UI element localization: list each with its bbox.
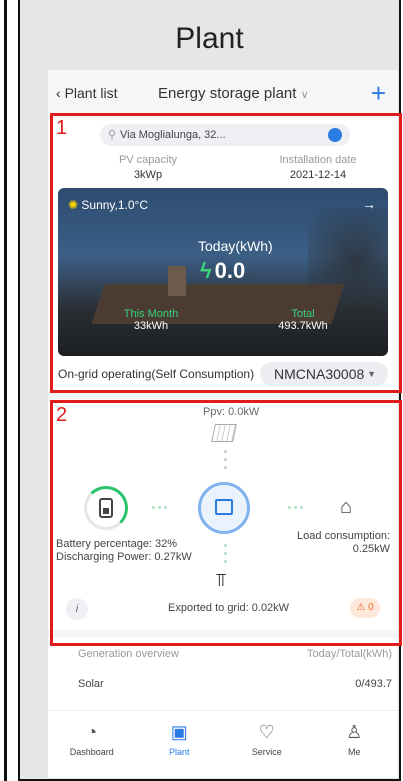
tab-me-label: Me <box>347 747 361 757</box>
solar-value: 0/493.7 <box>355 678 392 690</box>
tab-me[interactable]: ♙ Me <box>311 711 399 778</box>
annotation-box-2 <box>50 400 402 646</box>
tab-service-label: Service <box>251 747 282 757</box>
solar-label: Solar <box>78 678 104 690</box>
add-plant-button[interactable]: + <box>371 78 386 109</box>
tab-service[interactable]: ♡ Service <box>223 711 311 778</box>
plant-icon: ▣ <box>170 722 188 742</box>
back-button[interactable]: ‹ Plant list <box>56 85 117 101</box>
annotation-label-1: 1 <box>56 117 68 139</box>
back-label: Plant list <box>64 85 118 101</box>
plant-selector[interactable]: Energy storage plant ∨ <box>158 85 309 102</box>
screenshot-frame: Plant ‹ Plant list Energy storage plant … <box>0 0 403 781</box>
left-divider <box>4 0 7 781</box>
tab-plant-label: Plant <box>168 747 190 757</box>
chevron-left-icon: ‹ <box>56 85 65 101</box>
bottom-tab-bar: ◔ Dashboard ▣ Plant ♡ Service ♙ Me <box>48 710 398 778</box>
tab-plant[interactable]: ▣ Plant <box>136 711 224 778</box>
panel-title: Plant <box>175 22 244 55</box>
chevron-down-icon: ∨ <box>300 89 309 101</box>
me-icon: ♙ <box>346 722 363 742</box>
generation-units: Today/Total(kWh) <box>307 648 392 660</box>
annotation-label-2: 2 <box>56 404 68 426</box>
generation-title: Generation overview <box>78 648 179 660</box>
plant-name: Energy storage plant <box>158 85 297 102</box>
top-bar: ‹ Plant list Energy storage plant ∨ + <box>48 70 398 118</box>
tab-dashboard-label: Dashboard <box>69 747 114 757</box>
dashboard-icon: ◔ <box>86 722 98 742</box>
service-icon: ♡ <box>258 722 275 742</box>
annotation-box-1 <box>50 113 402 393</box>
tab-dashboard[interactable]: ◔ Dashboard <box>48 711 136 778</box>
